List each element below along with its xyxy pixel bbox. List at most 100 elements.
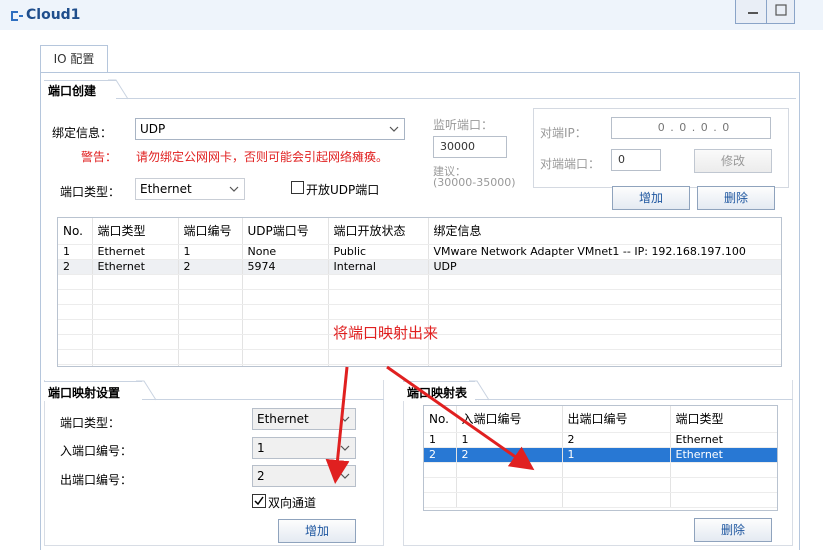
minimize-icon[interactable] bbox=[746, 3, 760, 17]
add-port-button[interactable]: 增加 bbox=[612, 186, 690, 210]
peer-ip-input[interactable]: 0 . 0 . 0 . 0 bbox=[611, 117, 771, 139]
empty-row bbox=[424, 477, 777, 493]
cell: 2 bbox=[178, 259, 243, 275]
empty-row bbox=[58, 274, 781, 290]
mapping-port-type-select[interactable]: Ethernet bbox=[252, 408, 356, 430]
out-port-value: 2 bbox=[257, 469, 265, 483]
chevron-down-icon bbox=[389, 126, 399, 132]
section-line bbox=[44, 98, 796, 99]
open-udp-checkbox[interactable] bbox=[291, 181, 304, 194]
cell: Ethernet bbox=[670, 447, 777, 463]
table-row-selected[interactable]: 2 2 1 Ethernet bbox=[424, 447, 777, 463]
col-header[interactable]: UDP端口号 bbox=[242, 218, 329, 245]
in-port-value: 1 bbox=[257, 441, 265, 455]
peer-ip-label: 对端IP： bbox=[540, 126, 587, 140]
port-table: No. 端口类型 端口编号 UDP端口号 端口开放状态 绑定信息 1 Ether… bbox=[58, 218, 781, 366]
modify-button[interactable]: 修改 bbox=[694, 149, 772, 173]
table-row[interactable]: 2 Ethernet 2 5974 Internal UDP bbox=[58, 259, 781, 275]
col-header[interactable]: 端口类型 bbox=[92, 218, 179, 245]
suggest-range: (30000-35000) bbox=[433, 176, 516, 189]
cell: 1 bbox=[456, 432, 563, 448]
window-title: Cloud1 bbox=[26, 7, 81, 23]
table-row[interactable]: 1 Ethernet 1 None Public VMware Network … bbox=[58, 244, 781, 260]
section-title-mapping-table: 端口映射表 bbox=[403, 384, 474, 401]
col-header[interactable]: 入端口编号 bbox=[456, 406, 563, 433]
cell: 2 bbox=[424, 447, 457, 463]
col-header[interactable]: No. bbox=[424, 406, 457, 433]
chevron-down-icon bbox=[340, 445, 350, 451]
cell: 2 bbox=[456, 447, 563, 463]
cell: Ethernet bbox=[670, 432, 777, 448]
bidirectional-label: 双向通道 bbox=[268, 496, 317, 510]
section-title-mapping-settings: 端口映射设置 bbox=[44, 384, 127, 401]
cell: 2 bbox=[58, 259, 93, 275]
cloud-app-icon bbox=[11, 11, 23, 21]
mapping-port-type-label: 端口类型： bbox=[60, 416, 121, 430]
title-bar bbox=[0, 0, 823, 30]
empty-row bbox=[58, 364, 781, 366]
in-port-label: 入端口编号： bbox=[60, 444, 133, 458]
empty-row bbox=[58, 289, 781, 305]
table-header-row: No. 端口类型 端口编号 UDP端口号 端口开放状态 绑定信息 bbox=[58, 218, 781, 245]
open-udp-label: 开放UDP端口 bbox=[306, 183, 380, 197]
col-header[interactable]: 端口编号 bbox=[178, 218, 243, 245]
out-port-label: 出端口编号： bbox=[60, 473, 133, 487]
col-header[interactable]: 端口类型 bbox=[670, 406, 777, 433]
section-notch bbox=[136, 380, 156, 401]
bidirectional-checkbox[interactable] bbox=[252, 494, 266, 508]
col-header[interactable]: 绑定信息 bbox=[428, 218, 781, 245]
peer-port-input[interactable]: 0 bbox=[611, 149, 661, 171]
cell: Internal bbox=[328, 259, 429, 275]
window-controls bbox=[735, 0, 795, 24]
delete-mapping-button[interactable]: 删除 bbox=[694, 518, 772, 542]
port-type-value: Ethernet bbox=[140, 182, 192, 196]
cell: 1 bbox=[178, 244, 243, 260]
mapping-table-container: No. 入端口编号 出端口编号 端口类型 1 1 2 Ethernet 2 2 … bbox=[423, 405, 778, 511]
peer-port-label: 对端端口： bbox=[540, 157, 601, 171]
cell: 5974 bbox=[242, 259, 329, 275]
cell: Ethernet bbox=[92, 244, 179, 260]
col-header[interactable]: 出端口编号 bbox=[562, 406, 671, 433]
chevron-down-icon bbox=[229, 186, 239, 192]
empty-row bbox=[58, 349, 781, 365]
col-header[interactable]: 端口开放状态 bbox=[328, 218, 429, 245]
cell: UDP bbox=[428, 259, 781, 275]
cell: 1 bbox=[562, 447, 671, 463]
annotation-text: 将端口映射出来 bbox=[333, 324, 439, 342]
cell: None bbox=[242, 244, 329, 260]
cell: 2 bbox=[562, 432, 671, 448]
section-title-port-create: 端口创建 bbox=[44, 82, 103, 99]
listen-port-input[interactable]: 30000 bbox=[433, 136, 507, 158]
out-port-select[interactable]: 2 bbox=[252, 465, 356, 487]
table-row[interactable]: 1 1 2 Ethernet bbox=[424, 432, 777, 448]
cell: VMware Network Adapter VMnet1 -- IP: 192… bbox=[428, 244, 781, 260]
empty-row bbox=[424, 492, 777, 508]
port-type-label: 端口类型： bbox=[60, 185, 121, 199]
tab-io-config[interactable]: IO 配置 bbox=[40, 45, 108, 73]
section-notch bbox=[108, 79, 128, 100]
add-mapping-button[interactable]: 增加 bbox=[278, 519, 356, 543]
maximize-icon[interactable] bbox=[774, 3, 788, 17]
warning-text: 请勿绑定公网网卡，否则可能会引起网络瘫痪。 bbox=[136, 150, 389, 164]
in-port-select[interactable]: 1 bbox=[252, 437, 356, 459]
empty-row bbox=[424, 462, 777, 478]
cell: 1 bbox=[58, 244, 93, 260]
empty-row bbox=[58, 304, 781, 320]
binding-select[interactable]: UDP bbox=[135, 118, 405, 140]
cell: Public bbox=[328, 244, 429, 260]
delete-port-button[interactable]: 删除 bbox=[697, 186, 775, 210]
cell: Ethernet bbox=[92, 259, 179, 275]
port-type-select[interactable]: Ethernet bbox=[135, 178, 245, 200]
warning-label: 警告： bbox=[81, 150, 118, 164]
port-table-container: No. 端口类型 端口编号 UDP端口号 端口开放状态 绑定信息 1 Ether… bbox=[57, 217, 782, 367]
col-header[interactable]: No. bbox=[58, 218, 93, 245]
mapping-table: No. 入端口编号 出端口编号 端口类型 1 1 2 Ethernet 2 2 … bbox=[424, 406, 777, 508]
binding-value: UDP bbox=[140, 122, 166, 136]
listen-port-label: 监听端口： bbox=[433, 118, 494, 132]
cell: 1 bbox=[424, 432, 457, 448]
chevron-down-icon bbox=[340, 473, 350, 479]
mapping-port-type-value: Ethernet bbox=[257, 412, 309, 426]
table-header-row: No. 入端口编号 出端口编号 端口类型 bbox=[424, 406, 777, 433]
chevron-down-icon bbox=[340, 416, 350, 422]
binding-label: 绑定信息： bbox=[52, 126, 113, 140]
